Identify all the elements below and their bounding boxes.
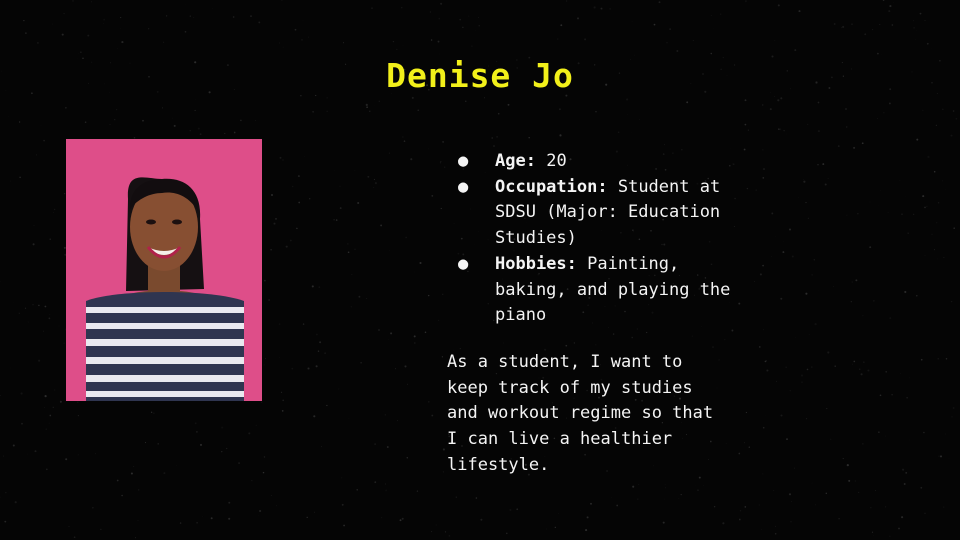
persona-details-list: ● Age: 20 ● Occupation: Student at SDSU … [455, 149, 755, 329]
slide: Denise Jo ● Age: 20 ● Occupation: Studen… [0, 0, 960, 540]
user-story-text: As a student, I want to keep track of my… [447, 352, 714, 475]
bullet-icon: ● [458, 253, 469, 274]
list-item-hobbies: ● Hobbies: Painting, baking, and playing… [455, 252, 755, 329]
detail-label: Age: [495, 151, 536, 171]
bullet-icon: ● [458, 176, 469, 197]
persona-name-title: Denise Jo [386, 56, 574, 95]
detail-label: Hobbies: [495, 253, 577, 274]
list-item-occupation: ● Occupation: Student at SDSU (Major: Ed… [455, 175, 755, 252]
list-item-age: ● Age: 20 [455, 149, 755, 175]
persona-photo [66, 139, 262, 401]
detail-label: Occupation: [495, 176, 608, 197]
detail-value: 20 [546, 151, 567, 171]
bullet-icon: ● [458, 151, 469, 171]
